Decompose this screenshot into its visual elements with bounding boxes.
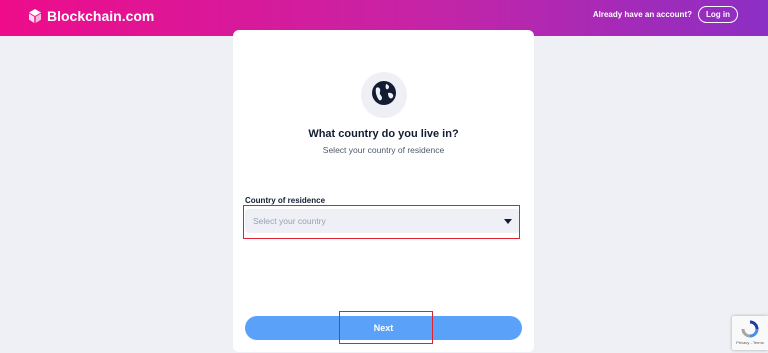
page-subtitle: Select your country of residence <box>322 145 445 155</box>
globe-icon <box>370 79 398 112</box>
country-select[interactable]: Select your country <box>245 209 520 233</box>
blockchain-logo-icon <box>28 9 42 23</box>
country-field-label: Country of residence <box>245 196 326 205</box>
account-area: Already have an account? Log in <box>593 6 738 23</box>
brand-logo[interactable]: Blockchain.com <box>28 8 154 24</box>
country-card: What country do you live in? Select your… <box>233 30 534 352</box>
recaptcha-badge[interactable]: Privacy - Terms <box>732 316 768 350</box>
globe-icon-container <box>361 72 407 118</box>
next-button[interactable]: Next <box>245 316 522 340</box>
country-select-placeholder: Select your country <box>253 216 326 226</box>
caret-down-icon <box>504 218 512 224</box>
brand-name: Blockchain.com <box>47 8 155 24</box>
recaptcha-links[interactable]: Privacy - Terms <box>732 340 768 345</box>
recaptcha-icon <box>732 320 768 338</box>
page-title: What country do you live in? <box>308 128 459 140</box>
account-prompt: Already have an account? <box>592 10 692 19</box>
login-button[interactable]: Log in <box>698 6 738 23</box>
